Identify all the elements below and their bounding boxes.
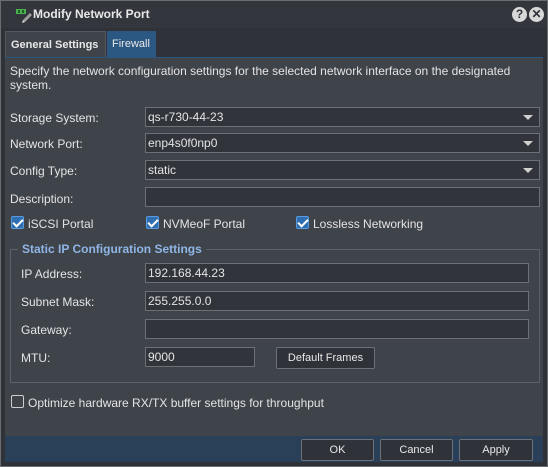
general-settings-panel: Specify the network configuration settin… [5,58,543,436]
mtu-input[interactable]: 9000 [145,347,255,367]
gateway-input[interactable] [145,319,529,339]
optimize-buffer-checkbox[interactable] [11,395,24,408]
storage-system-label: Storage System: [10,111,99,125]
static-ip-legend: Static IP Configuration Settings [18,242,206,256]
chevron-down-icon [523,141,533,146]
subnet-mask-input[interactable]: 255.255.0.0 [145,291,529,311]
gateway-label: Gateway: [21,323,72,337]
nvmeof-portal-checkbox[interactable] [146,216,159,229]
chevron-down-icon [523,168,533,173]
subnet-mask-label: Subnet Mask: [21,295,95,309]
nvmeof-portal-label: NVMeoF Portal [163,217,246,231]
panel-description: Specify the network configuration settin… [10,64,511,92]
iscsi-portal-checkbox[interactable] [11,216,24,229]
window-title: Modify Network Port [33,7,150,21]
title-bar[interactable]: Modify Network Port ? ✕ [1,1,547,28]
iscsi-portal-label: iSCSI Portal [28,217,94,231]
default-frames-button[interactable]: Default Frames [276,347,375,369]
cancel-button[interactable]: Cancel [380,439,453,461]
close-icon[interactable]: ✕ [529,7,544,22]
mtu-label: MTU: [21,351,51,365]
config-type-label: Config Type: [10,164,78,178]
apply-button[interactable]: Apply [459,439,533,461]
chevron-down-icon [523,115,533,120]
config-type-select[interactable]: static [145,160,540,180]
ip-address-input[interactable]: 192.168.44.23 [145,263,529,283]
tab-firewall[interactable]: Firewall [107,31,156,57]
description-input[interactable] [145,187,540,207]
tab-bar: General Settings Firewall [5,28,543,58]
modify-network-port-dialog: Modify Network Port ? ✕ General Settings… [0,0,548,467]
storage-system-select[interactable]: qs-r730-44-23 [145,107,540,127]
network-port-icon [16,9,32,23]
description-label: Description: [10,192,74,206]
ip-address-label: IP Address: [21,267,83,281]
network-port-select[interactable]: enp4s0f0np0 [145,133,540,153]
help-icon[interactable]: ? [512,7,527,22]
storage-system-value: qs-r730-44-23 [148,110,224,124]
network-port-label: Network Port: [10,137,83,151]
lossless-networking-label: Lossless Networking [313,217,424,231]
optimize-buffer-label: Optimize hardware RX/TX buffer settings … [28,396,324,410]
config-type-value: static [148,163,177,177]
lossless-networking-checkbox[interactable] [296,216,309,229]
network-port-value: enp4s0f0np0 [148,136,218,150]
tab-general-settings[interactable]: General Settings [5,31,106,57]
ok-button[interactable]: OK [301,439,374,461]
dialog-footer: OK Cancel Apply [5,436,543,462]
